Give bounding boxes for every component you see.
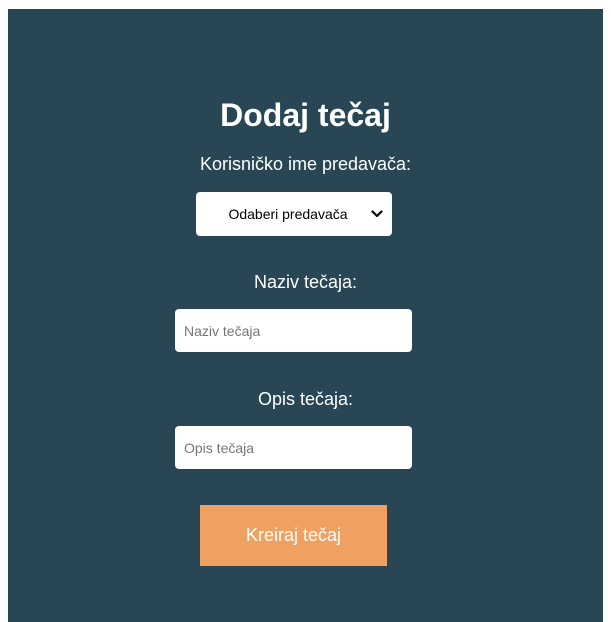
create-course-button[interactable]: Kreiraj tečaj [200, 505, 387, 566]
instructor-username-label: Korisničko ime predavača: [199, 154, 412, 174]
instructor-select[interactable]: Odaberi predavača [196, 192, 392, 236]
course-description-input[interactable] [175, 426, 412, 469]
course-description-label: Opis tečaja: [257, 389, 354, 409]
instructor-select-value: Odaberi predavača [228, 206, 348, 222]
page-title: Dodaj tečaj [220, 97, 391, 133]
add-course-panel: Dodaj tečaj Korisničko ime predavača: Od… [8, 9, 603, 622]
course-name-input[interactable] [175, 309, 412, 352]
chevron-down-icon [370, 207, 384, 221]
course-name-label: Naziv tečaja: [253, 272, 358, 292]
